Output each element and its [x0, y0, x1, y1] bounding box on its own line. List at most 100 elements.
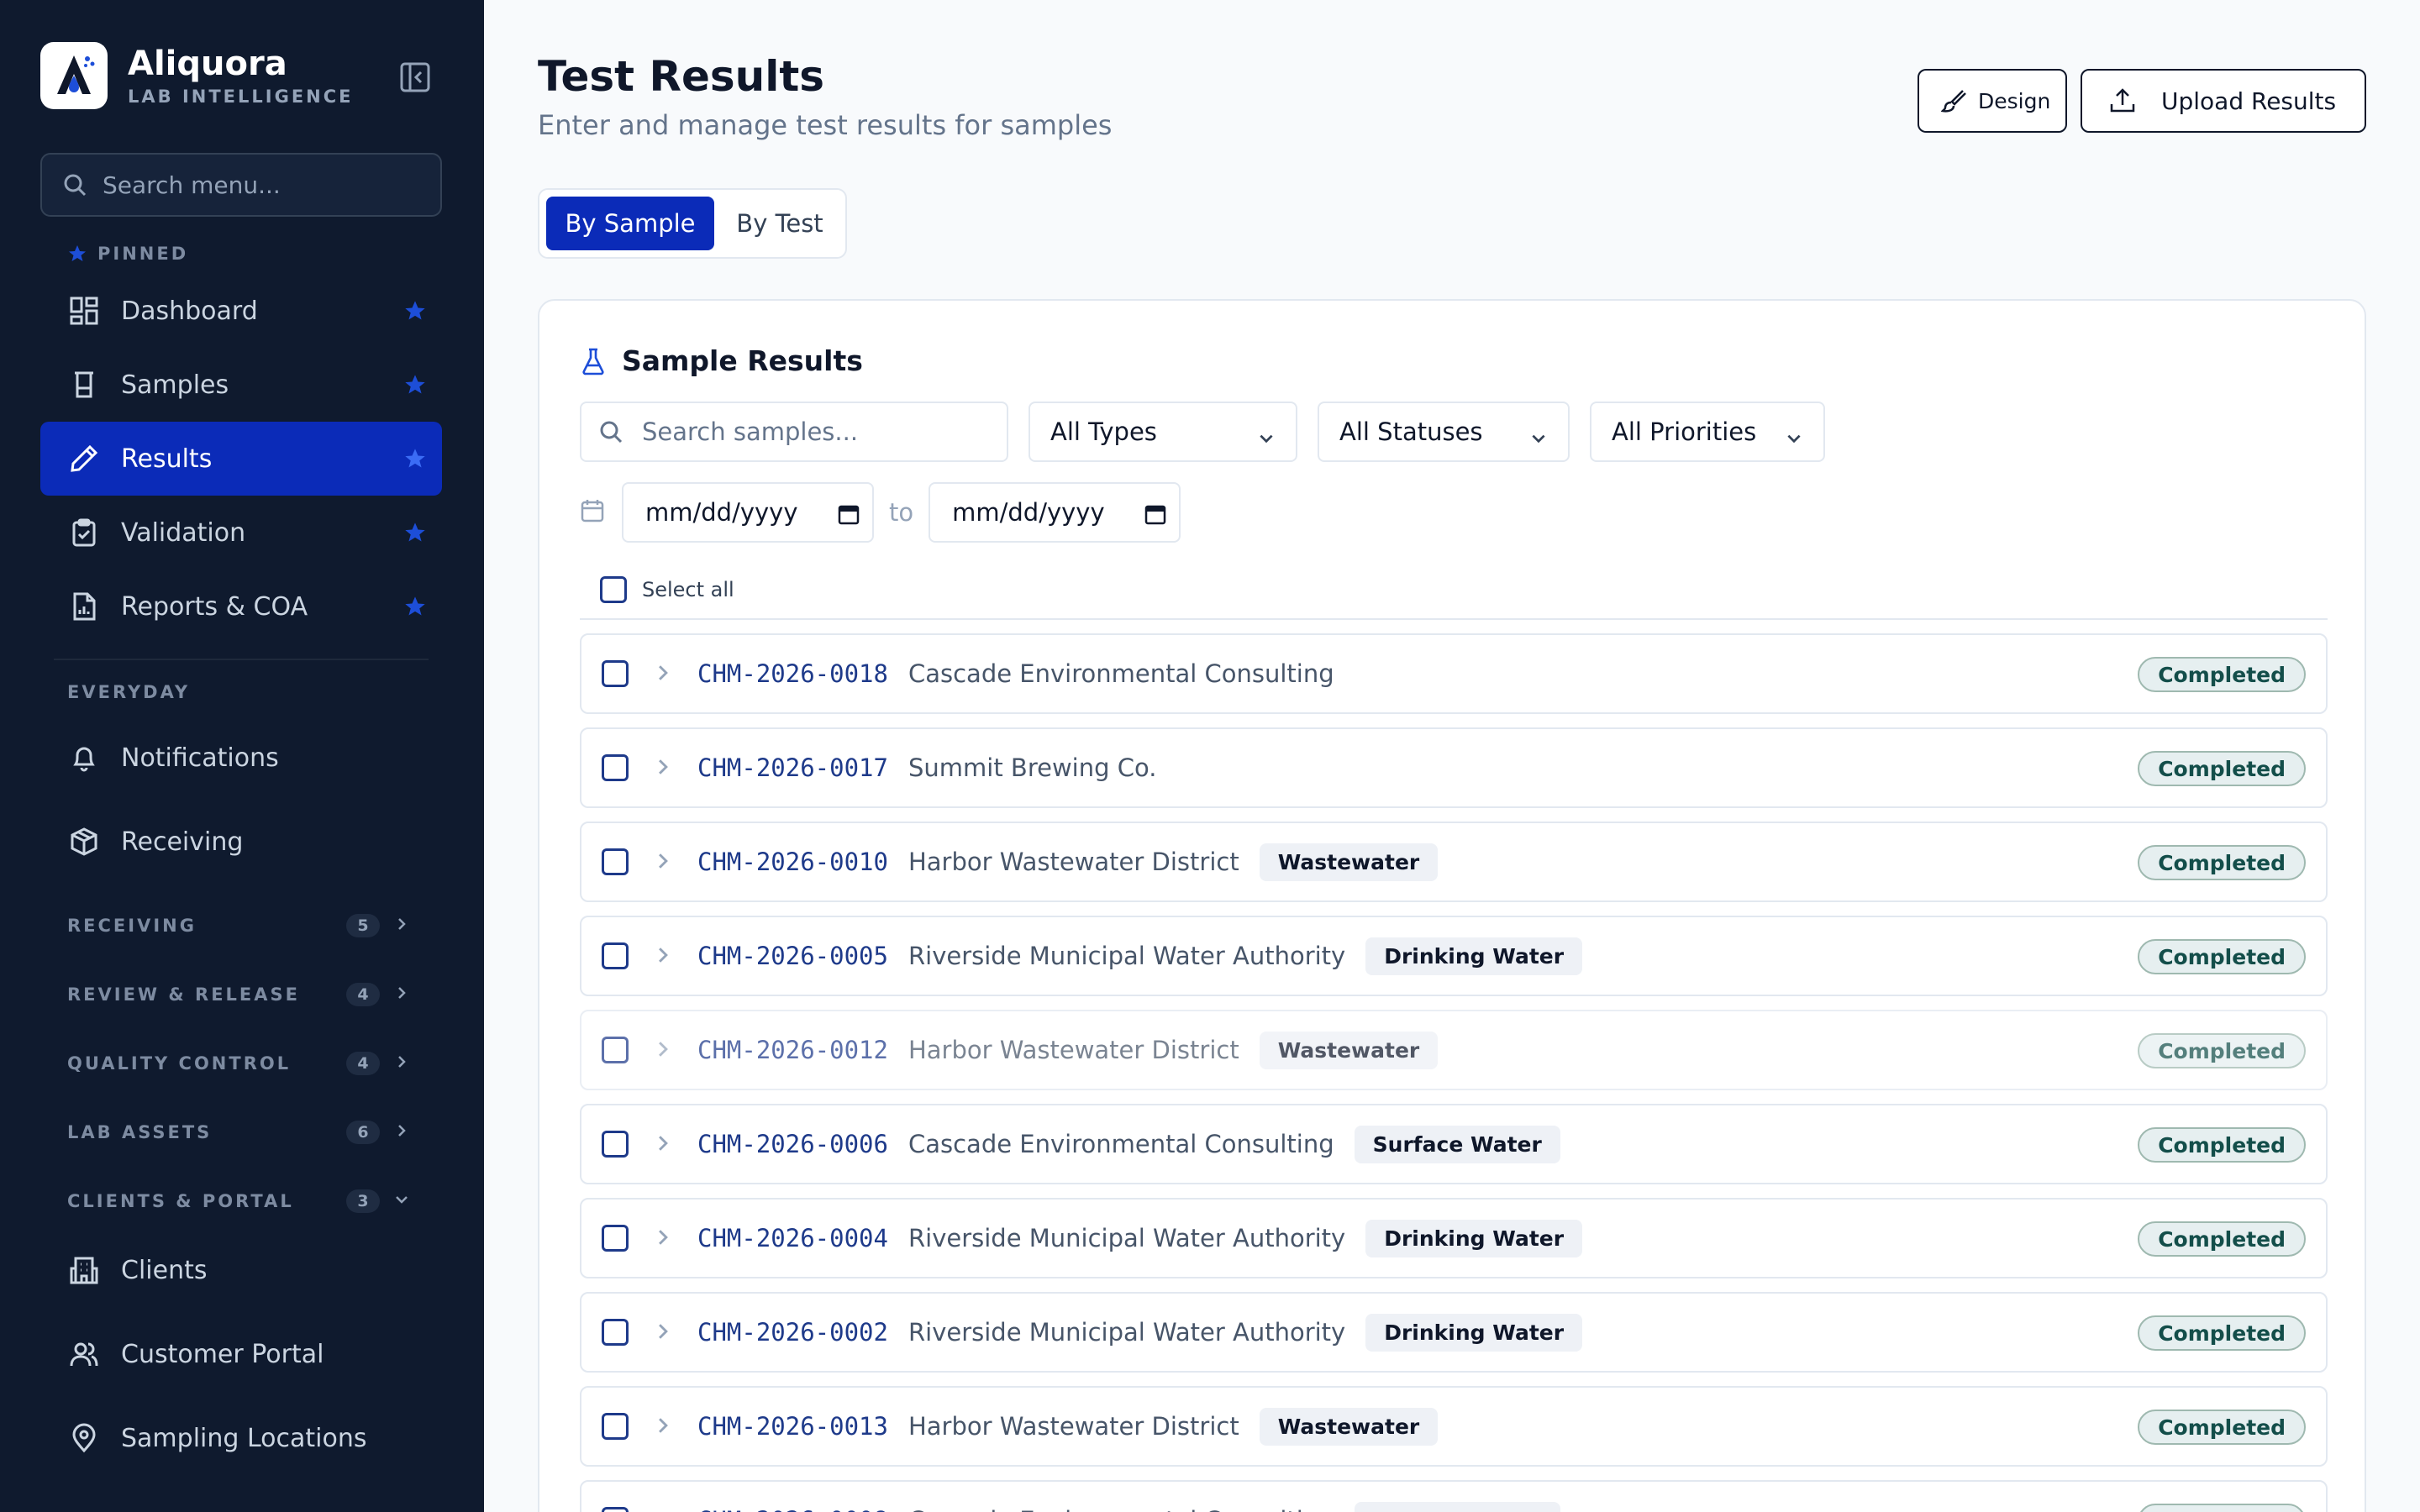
upload-icon [2110, 88, 2135, 113]
report-icon [67, 590, 101, 623]
sample-id[interactable]: CHM-2026-0013 [697, 1412, 888, 1441]
status-badge: Completed [2138, 751, 2306, 786]
sidebar-item-validation[interactable]: Validation [40, 496, 442, 570]
sidebar-item-reports-coa[interactable]: Reports & COA [40, 570, 442, 643]
sample-row[interactable]: CHM-2026-0004 Riverside Municipal Water A… [580, 1198, 2328, 1278]
sample-search-input[interactable]: Search samples... [580, 402, 1008, 462]
priority-filter-select[interactable]: All Priorities [1590, 402, 1825, 462]
sidebar-item-sampling-locations[interactable]: Sampling Locations [40, 1401, 442, 1475]
sidebar-item-samples[interactable]: Samples [40, 348, 442, 422]
collapse-sidebar-icon[interactable] [398, 60, 432, 94]
sidebar-group-quality-control[interactable]: QUALITY CONTROL 4 [67, 1052, 420, 1075]
sample-id[interactable]: CHM-2026-0012 [697, 1036, 888, 1064]
sidebar-item-dashboard[interactable]: Dashboard [40, 274, 442, 348]
expand-chevron-icon[interactable] [652, 1226, 674, 1252]
client-name: Riverside Municipal Water Authority [908, 1318, 1346, 1347]
sample-row[interactable]: CHM-2026-0018 Cascade Environmental Consu… [580, 633, 2328, 714]
sidebar: Aliquora LAB INTELLIGENCE Search menu...… [0, 0, 484, 1512]
star-icon [69, 245, 86, 261]
sample-type-badge: Drinking Water [1365, 937, 1583, 975]
sample-id[interactable]: CHM-2026-0008 [697, 1506, 888, 1512]
tab-by-test[interactable]: By Test [718, 197, 842, 250]
status-badge: Completed [2138, 1221, 2306, 1257]
chevron-down-icon [1785, 425, 1803, 454]
sample-row[interactable]: CHM-2026-0010 Harbor Wastewater District W… [580, 822, 2328, 902]
pinned-star-icon[interactable] [403, 373, 427, 403]
row-checkbox[interactable] [602, 1037, 629, 1063]
row-checkbox[interactable] [602, 1225, 629, 1252]
flask-icon [582, 348, 604, 375]
row-checkbox[interactable] [602, 942, 629, 969]
row-checkbox[interactable] [602, 1413, 629, 1440]
date-range-filter: mm/dd/yyyy to mm/dd/yyyy [580, 482, 1181, 543]
date-from-input[interactable]: mm/dd/yyyy [622, 482, 874, 543]
calendar-picker-icon[interactable] [837, 502, 860, 532]
pinned-star-icon[interactable] [403, 299, 427, 329]
tab-by-sample[interactable]: By Sample [546, 197, 714, 250]
expand-chevron-icon[interactable] [652, 944, 674, 969]
row-checkbox[interactable] [602, 1131, 629, 1158]
select-all[interactable]: Select all [600, 576, 734, 603]
sidebar-item-notifications[interactable]: Notifications [40, 721, 442, 795]
expand-chevron-icon[interactable] [652, 1415, 674, 1440]
chevron-right-icon [393, 916, 410, 936]
sample-id[interactable]: CHM-2026-0005 [697, 942, 888, 970]
sample-row[interactable]: CHM-2026-0013 Harbor Wastewater District W… [580, 1386, 2328, 1467]
sample-row[interactable]: CHM-2026-0002 Riverside Municipal Water A… [580, 1292, 2328, 1373]
expand-chevron-icon[interactable] [652, 1038, 674, 1063]
group-count-badge: 3 [346, 1189, 380, 1213]
sample-id[interactable]: CHM-2026-0010 [697, 848, 888, 876]
sidebar-group-receiving[interactable]: RECEIVING 5 [67, 914, 420, 937]
expand-chevron-icon[interactable] [652, 850, 674, 875]
expand-chevron-icon[interactable] [652, 756, 674, 781]
sample-row[interactable]: CHM-2026-0008 Cascade Environmental Consu… [580, 1480, 2328, 1512]
sidebar-item-clients[interactable]: Clients [40, 1233, 442, 1307]
sidebar-divider [54, 659, 429, 660]
pinned-star-icon[interactable] [403, 595, 427, 625]
map-pin-icon [67, 1421, 101, 1455]
row-checkbox[interactable] [602, 848, 629, 875]
sidebar-item-results[interactable]: Results [40, 422, 442, 496]
row-checkbox[interactable] [602, 1319, 629, 1346]
sidebar-group-review-release[interactable]: REVIEW & RELEASE 4 [67, 983, 420, 1006]
page-title: Test Results [538, 52, 825, 101]
date-to-input[interactable]: mm/dd/yyyy [929, 482, 1181, 543]
status-badge: Completed [2138, 1504, 2306, 1512]
sample-id[interactable]: CHM-2026-0006 [697, 1130, 888, 1158]
sample-id[interactable]: CHM-2026-0004 [697, 1224, 888, 1252]
row-checkbox[interactable] [602, 754, 629, 781]
design-button[interactable]: Design [1918, 69, 2067, 133]
sample-row[interactable]: CHM-2026-0005 Riverside Municipal Water A… [580, 916, 2328, 996]
sample-id[interactable]: CHM-2026-0018 [697, 659, 888, 688]
calendar-picker-icon[interactable] [1144, 502, 1167, 532]
sidebar-item-receiving[interactable]: Receiving [40, 805, 442, 879]
expand-chevron-icon[interactable] [652, 1320, 674, 1346]
sample-id[interactable]: CHM-2026-0002 [697, 1318, 888, 1347]
brand-subtitle: LAB INTELLIGENCE [128, 87, 354, 107]
upload-results-button[interactable]: Upload Results [2081, 69, 2366, 133]
menu-search-input[interactable]: Search menu... [40, 153, 442, 217]
client-name: Cascade Environmental Consulting [908, 659, 1334, 688]
expand-chevron-icon[interactable] [652, 1132, 674, 1158]
sample-results-panel: Sample Results Search samples... All Typ… [538, 299, 2366, 1512]
sidebar-group-lab-assets[interactable]: LAB ASSETS 6 [67, 1121, 420, 1144]
row-checkbox[interactable] [602, 660, 629, 687]
sample-row[interactable]: CHM-2026-0017 Summit Brewing Co. Completed [580, 727, 2328, 808]
pinned-star-icon[interactable] [403, 447, 427, 477]
status-filter-select[interactable]: All Statuses [1318, 402, 1570, 462]
sidebar-item-customer-portal[interactable]: Customer Portal [40, 1317, 442, 1391]
sample-row[interactable]: CHM-2026-0006 Cascade Environmental Consu… [580, 1104, 2328, 1184]
expand-chevron-icon[interactable] [652, 1509, 674, 1512]
sample-id[interactable]: CHM-2026-0017 [697, 753, 888, 782]
expand-chevron-icon[interactable] [652, 662, 674, 687]
type-filter-select[interactable]: All Types [1028, 402, 1297, 462]
clipboard-check-icon [67, 516, 101, 549]
status-badge: Completed [2138, 1033, 2306, 1068]
row-checkbox[interactable] [602, 1507, 629, 1512]
brand[interactable]: Aliquora LAB INTELLIGENCE [40, 42, 354, 109]
sample-row[interactable]: CHM-2026-0012 Harbor Wastewater District W… [580, 1010, 2328, 1090]
pinned-star-icon[interactable] [403, 521, 427, 551]
select-all-checkbox[interactable] [600, 576, 627, 603]
dashboard-icon [67, 294, 101, 328]
sidebar-group-clients-portal[interactable]: CLIENTS & PORTAL 3 [67, 1189, 420, 1213]
